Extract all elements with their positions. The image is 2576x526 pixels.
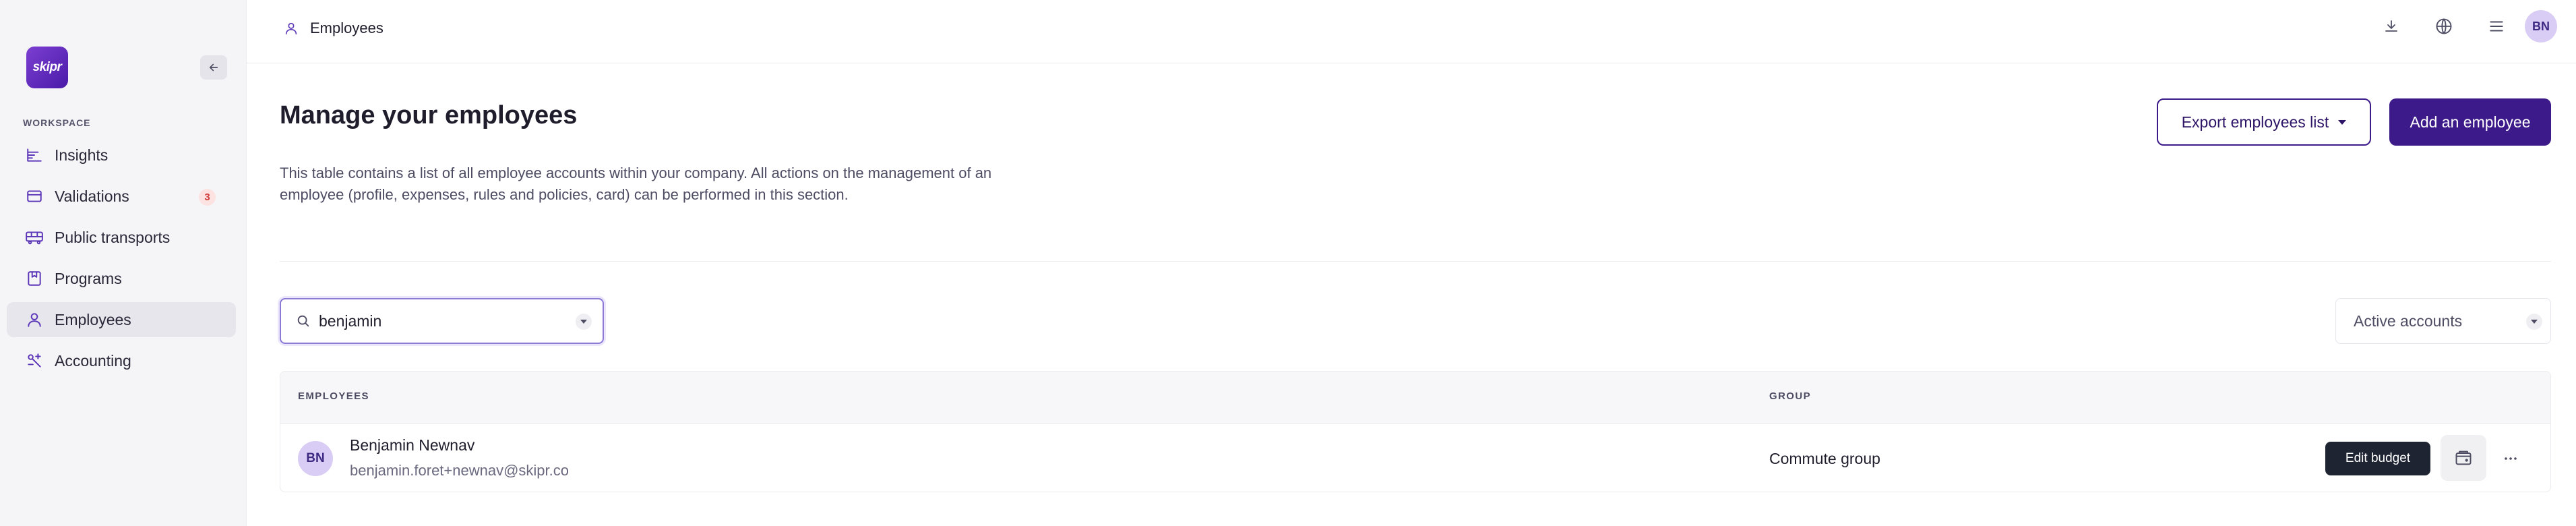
wallet-icon (2455, 450, 2472, 465)
sidebar-item-employees[interactable]: Employees (7, 302, 236, 337)
arrow-left-icon (209, 63, 218, 71)
table-row[interactable]: BN Benjamin Newnav benjamin.foret+newnav… (280, 424, 2550, 492)
breadcrumb-current: Employees (310, 20, 384, 36)
chevron-down-icon (2531, 320, 2538, 324)
chevron-down-icon (2338, 119, 2347, 125)
employee-email: benjamin.foret+newnav@skipr.co (350, 462, 570, 479)
sidebar-item-label: Accounting (55, 351, 131, 370)
add-employee-label: Add an employee (2410, 113, 2531, 131)
table-header: EMPLOYEES GROUP (280, 372, 2550, 424)
chart-icon (25, 146, 44, 165)
edit-budget-button[interactable] (2441, 435, 2486, 481)
page-title: Manage your employees (280, 101, 578, 129)
bus-icon (25, 228, 44, 247)
user-icon (282, 19, 301, 38)
section-divider (280, 261, 2551, 262)
download-button[interactable] (2375, 10, 2408, 42)
account-status-selected: Active accounts (2354, 312, 2463, 330)
sidebar-item-label: Programs (55, 269, 122, 287)
menu-icon (2490, 21, 2503, 32)
account-status-filter[interactable]: Active accounts (2335, 298, 2551, 344)
column-header-employees: EMPLOYEES (298, 390, 369, 402)
sidebar-item-label: Employees (55, 310, 131, 328)
validations-count-badge: 3 (199, 189, 216, 206)
accounting-icon (25, 351, 44, 370)
employee-name: Benjamin Newnav (350, 436, 475, 454)
collapse-sidebar-button[interactable] (200, 55, 227, 80)
globe-icon (2436, 18, 2452, 34)
download-icon (2385, 20, 2397, 32)
sidebar-item-accounting[interactable]: Accounting (7, 343, 236, 378)
employee-group: Commute group (1769, 450, 1880, 467)
app-logo[interactable]: skipr (26, 47, 68, 88)
search-field[interactable] (280, 298, 604, 344)
card-icon (25, 187, 44, 206)
user-icon (25, 310, 44, 329)
avatar: BN (298, 441, 333, 476)
search-dropdown-toggle[interactable] (576, 314, 592, 330)
sidebar-item-label: Validations (55, 187, 129, 205)
column-header-group: GROUP (1769, 390, 1812, 402)
sidebar-item-public-transports[interactable]: Public transports (7, 220, 236, 255)
employees-table: EMPLOYEES GROUP BN Benjamin Newnav benja… (280, 371, 2551, 492)
top-actions: BN (2355, 10, 2557, 42)
language-button[interactable] (2428, 10, 2460, 42)
menu-button[interactable] (2480, 10, 2513, 42)
search-icon (295, 312, 312, 330)
user-avatar[interactable]: BN (2525, 10, 2557, 42)
sidebar-item-label: Public transports (55, 228, 171, 246)
program-icon (25, 269, 44, 288)
filter-dropdown-toggle[interactable] (2526, 314, 2542, 330)
export-employees-label: Export employees list (2181, 113, 2329, 131)
page-description: This table contains a list of all employ… (280, 165, 992, 203)
add-employee-button[interactable]: Add an employee (2389, 98, 2551, 146)
sidebar-item-label: Insights (55, 146, 109, 164)
more-horizontal-icon (2505, 457, 2517, 460)
sidebar-item-insights[interactable]: Insights (7, 138, 236, 173)
export-employees-button[interactable]: Export employees list (2157, 98, 2371, 146)
sidebar-item-programs[interactable]: Programs (7, 261, 236, 296)
chevron-down-icon (580, 320, 587, 324)
search-input[interactable] (319, 312, 568, 330)
sidebar-item-validations[interactable]: Validations 3 (7, 179, 236, 214)
workspace-section-label: WORKSPACE (23, 117, 91, 128)
breadcrumb: Employees (282, 19, 384, 38)
top-bar: Employees BN (247, 0, 2576, 63)
sidebar: skipr WORKSPACE Insights Validations 3 P… (0, 0, 247, 526)
sidebar-nav: Insights Validations 3 Public transports… (7, 138, 236, 384)
row-actions-button[interactable] (2494, 442, 2527, 475)
edit-budget-tooltip: Edit budget (2325, 442, 2430, 475)
